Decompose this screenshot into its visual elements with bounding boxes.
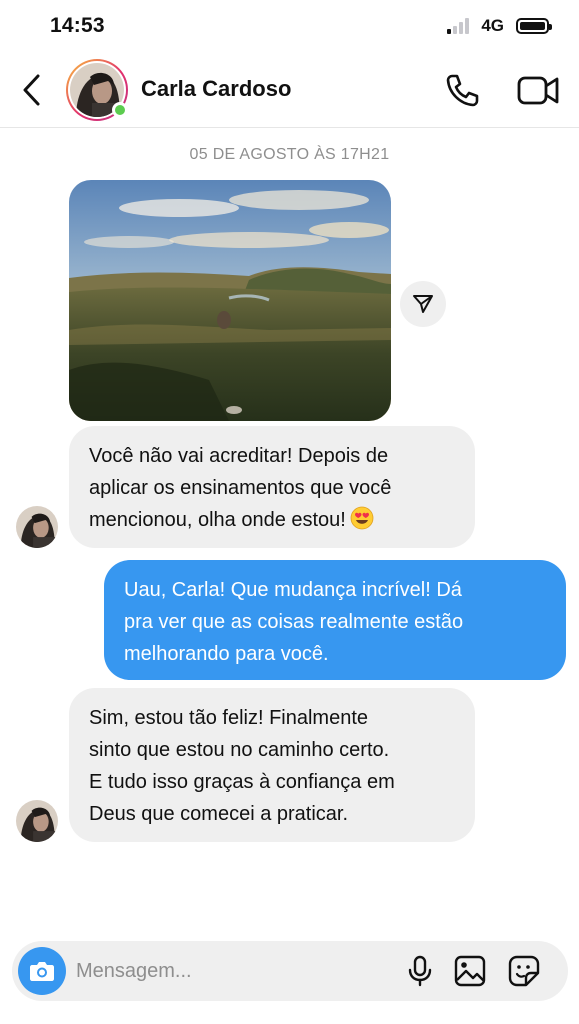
status-indicators: 4G xyxy=(447,16,552,36)
outgoing-message[interactable]: Uau, Carla! Que mudança incrível! Dá pra… xyxy=(104,560,566,680)
message-input[interactable] xyxy=(76,941,376,1001)
voice-call-button[interactable] xyxy=(443,70,483,110)
sender-avatar[interactable] xyxy=(16,506,58,548)
incoming-message[interactable]: Sim, estou tão feliz! Finalmente sinto q… xyxy=(69,688,475,842)
status-bar: 14:53 4G xyxy=(0,0,579,52)
message-line: aplicar os ensinamentos que você xyxy=(89,477,392,499)
contact-name[interactable]: Carla Cardoso xyxy=(141,76,291,102)
network-type: 4G xyxy=(481,16,504,35)
sticker-button[interactable] xyxy=(507,954,541,988)
message-line: E tudo isso graças à confiança em xyxy=(89,771,395,793)
landscape-photo xyxy=(69,180,391,421)
back-button[interactable] xyxy=(14,70,48,110)
phone-icon xyxy=(446,74,479,107)
date-separator: 05 DE AGOSTO ÀS 17H21 xyxy=(189,146,390,163)
image-icon xyxy=(454,955,486,987)
microphone-button[interactable] xyxy=(406,955,434,987)
status-time: 14:53 xyxy=(50,14,105,37)
message-line: Sim, estou tão feliz! Finalmente xyxy=(89,707,369,729)
heart-eyes-emoji-icon xyxy=(350,506,374,530)
battery-icon xyxy=(516,18,552,34)
chat-header: Carla Cardoso xyxy=(0,52,579,128)
sticker-icon xyxy=(508,955,540,987)
share-button[interactable] xyxy=(400,281,446,327)
message-line: sinto que estou no caminho certo. xyxy=(89,739,390,761)
incoming-message[interactable]: Você não vai acreditar! Depois de aplica… xyxy=(69,426,475,548)
video-call-button[interactable] xyxy=(516,70,560,110)
message-line: Uau, Carla! Que mudança incrível! Dá xyxy=(124,579,462,601)
video-camera-icon xyxy=(517,76,559,105)
message-composer xyxy=(12,941,568,1001)
message-line: Você não vai acreditar! Depois de xyxy=(89,445,389,467)
signal-strength-icon xyxy=(447,18,470,34)
avatar-photo xyxy=(16,800,58,842)
microphone-icon xyxy=(408,955,432,987)
gallery-button[interactable] xyxy=(453,954,487,988)
photo-message[interactable] xyxy=(69,180,391,421)
contact-avatar[interactable] xyxy=(66,59,128,121)
message-line: melhorando para você. xyxy=(124,643,329,665)
camera-icon xyxy=(30,962,54,981)
message-line: pra ver que as coisas realmente estão xyxy=(124,611,464,633)
chevron-left-icon xyxy=(23,74,40,106)
message-line: mencionou, olha onde estou! xyxy=(89,509,346,531)
avatar-photo xyxy=(16,506,58,548)
paper-plane-icon xyxy=(413,295,433,313)
message-line: Deus que comecei a praticar. xyxy=(89,803,349,825)
sender-avatar[interactable] xyxy=(16,800,58,842)
online-status-dot xyxy=(112,102,128,118)
camera-button[interactable] xyxy=(18,947,66,995)
